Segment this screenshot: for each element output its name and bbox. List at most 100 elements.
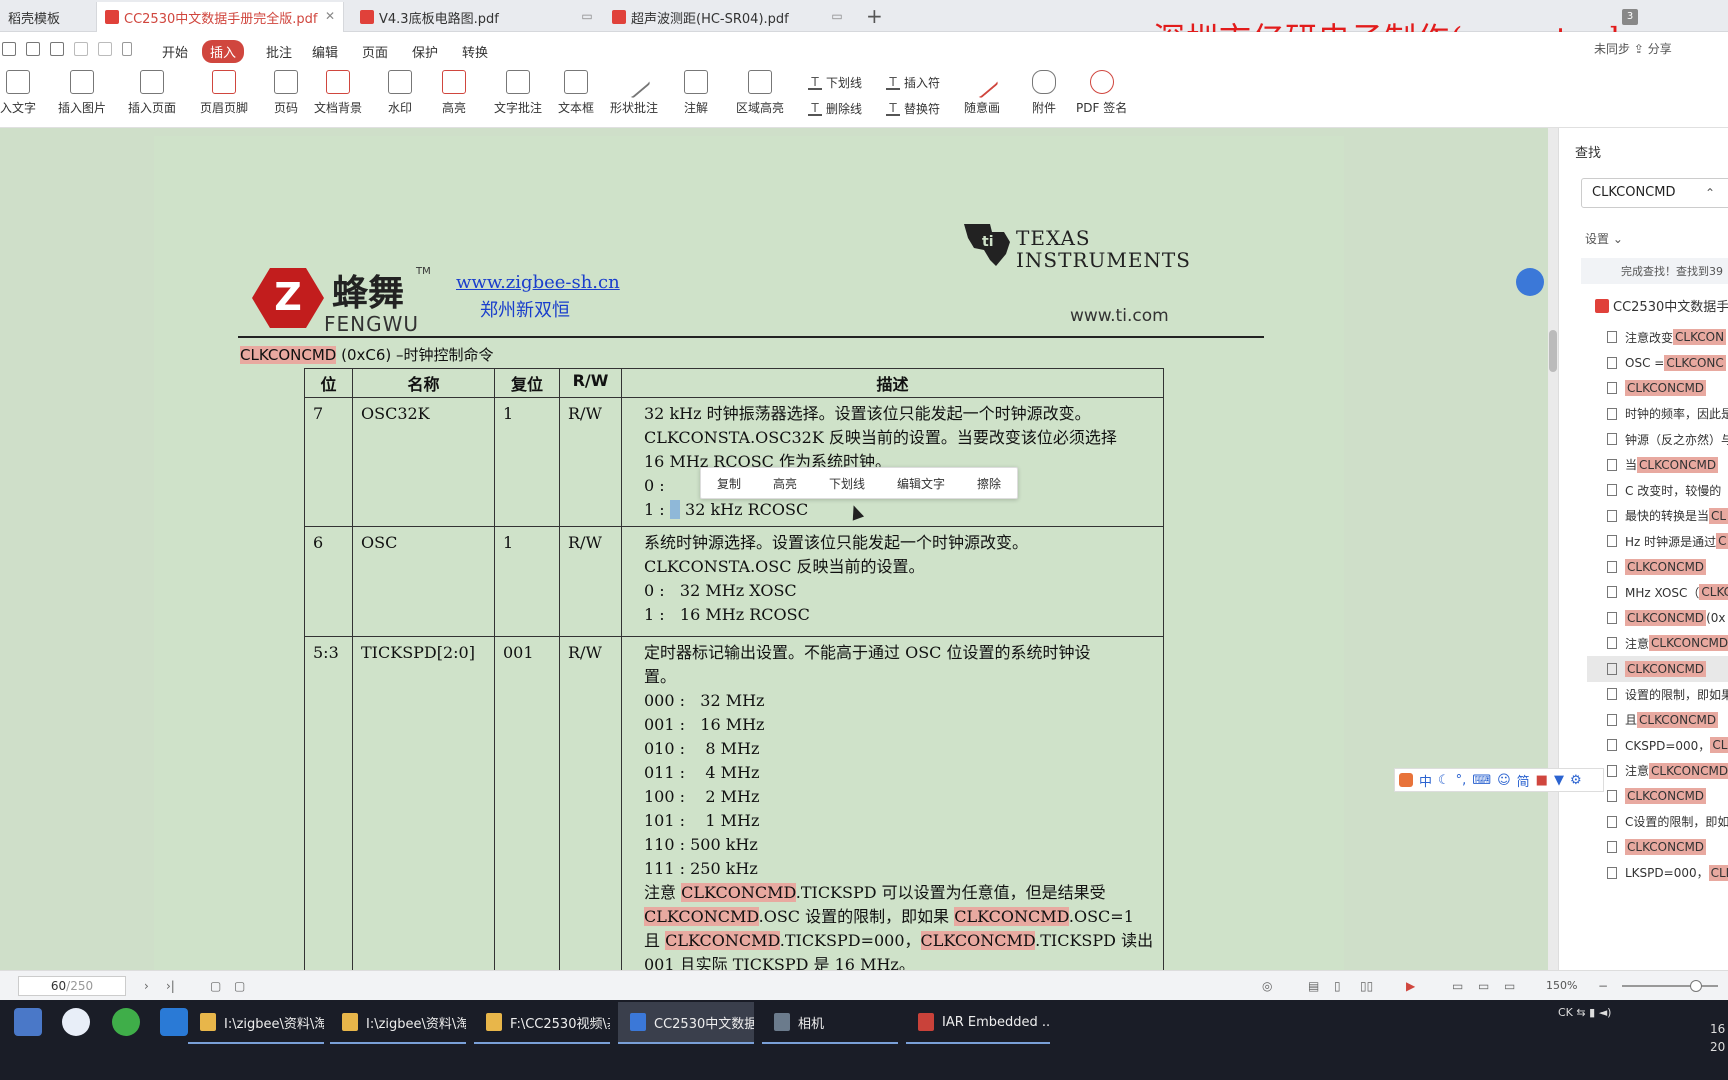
underline-button[interactable]: T 下划线 (808, 74, 862, 91)
menu-home[interactable]: 开始 (154, 40, 196, 63)
shirt-icon[interactable]: ▼ (1554, 773, 1564, 788)
strikethrough-button[interactable]: T 删除线 (808, 100, 862, 117)
doc-background-button[interactable]: 文档背景 (314, 70, 362, 122)
continuous-view-icon[interactable]: ▤ (1308, 979, 1319, 993)
monitor-icon[interactable]: ▭ (580, 9, 594, 23)
rotate-icon[interactable]: ▭ (1504, 979, 1515, 993)
open-folder-icon[interactable] (2, 42, 16, 56)
volume-icon[interactable]: ◄) (1599, 1006, 1612, 1019)
tab-docer-templates[interactable]: 稻壳模板 (0, 2, 88, 32)
tab-hc-sr04[interactable]: 超声波测距(HC-SR04).pdf ▭ (604, 2, 850, 32)
redo-icon[interactable] (98, 42, 112, 56)
find-result-item[interactable]: CLKCONCMD (1607, 834, 1728, 860)
shape-annotation-button[interactable]: 形状批注 (610, 65, 658, 122)
erase-button[interactable]: 擦除 (977, 475, 1001, 492)
highlight-button[interactable]: 高亮 (442, 70, 466, 122)
play-slideshow-icon[interactable]: ▶ (1406, 979, 1415, 993)
tray-lang[interactable]: CK (1558, 1006, 1573, 1019)
cell-description[interactable]: 系统时钟源选择。设置该位只能发起一个时钟源改变。 CLKCONSTA.OSC 反… (620, 526, 1165, 637)
menu-edit[interactable]: 编辑 (304, 40, 346, 63)
note-button[interactable]: 注解 (684, 70, 708, 122)
vscode-app-icon[interactable] (160, 1008, 188, 1036)
find-result-item[interactable]: OSC = CLKCONC (1607, 350, 1728, 376)
find-result-item[interactable]: CLKCONCMD (1607, 554, 1728, 580)
find-result-item[interactable]: LKSPD=000，CLK (1607, 860, 1728, 886)
pdf-sign-button[interactable]: PDF 签名 (1076, 70, 1127, 122)
find-result-item[interactable]: 时钟的频率，因此是 (1607, 401, 1728, 427)
zoom-level[interactable]: 150% (1546, 979, 1577, 992)
find-result-item[interactable]: CLKCONCMD (1607, 783, 1728, 809)
find-result-item[interactable]: MHz XOSC（CLKC (1607, 579, 1728, 605)
ime-lang-toggle[interactable]: 中 (1419, 771, 1432, 790)
usb-icon[interactable]: ▮ (1589, 1006, 1595, 1019)
system-clock[interactable]: 16 20 (1710, 1020, 1725, 1056)
replace-symbol-button[interactable]: T 替换符 (886, 100, 940, 117)
fit-width-icon[interactable]: ▭ (1452, 979, 1463, 993)
tab-v43-schematic[interactable]: V4.3底板电路图.pdf ▭ (352, 2, 600, 32)
find-result-item[interactable]: 钟源（反之亦然）与 (1607, 426, 1728, 452)
find-result-item[interactable]: 当 CLKCONCMD (1607, 452, 1728, 478)
area-highlight-button[interactable]: 区域高亮 (736, 70, 784, 122)
taskbar-app-button[interactable]: IAR Embedded ... (906, 1002, 1050, 1044)
find-result-item[interactable]: 最快的转换是当 CL (1607, 503, 1728, 529)
highlight-text-button[interactable]: 高亮 (773, 475, 797, 492)
eye-protection-icon[interactable]: ◎ (1262, 979, 1272, 993)
insert-page-button[interactable]: 插入页面 (128, 70, 176, 122)
edit-text-button[interactable]: 编辑文字 (897, 475, 945, 492)
back-icon[interactable]: ▢ (210, 979, 221, 993)
ime-logo-icon[interactable] (1399, 773, 1413, 787)
find-result-item[interactable]: 注意 CLKCONCMD (1607, 630, 1728, 656)
find-result-item[interactable]: CLKCONCMD (0x (1607, 605, 1728, 631)
taskbar-app-button[interactable]: I:\zigbee\资料\淘... (188, 1002, 324, 1044)
save-icon[interactable] (26, 42, 40, 56)
find-result-item[interactable]: C 改变时，较慢的 (1607, 477, 1728, 503)
page-number-button[interactable]: 页码 (274, 70, 298, 122)
menu-insert[interactable]: 插入 (202, 40, 245, 63)
insert-text-button[interactable]: 入文字 (0, 70, 36, 122)
last-page-icon[interactable]: ›| (166, 979, 175, 993)
text-annotation-button[interactable]: 文字批注 (494, 70, 542, 122)
video-icon[interactable]: ■ (1536, 773, 1548, 788)
freehand-button[interactable]: 随意画 (964, 65, 1000, 122)
print-icon[interactable] (50, 42, 64, 56)
find-result-item[interactable]: CLKCONCMD (1607, 375, 1728, 401)
next-page-icon[interactable]: › (144, 979, 149, 993)
find-result-item[interactable]: 且 CLKCONCMD (1607, 707, 1728, 733)
textbox-button[interactable]: 文本框 (558, 70, 594, 122)
watermark-button[interactable]: 水印 (388, 70, 412, 122)
menu-page[interactable]: 页面 (354, 40, 396, 63)
copy-button[interactable]: 复制 (717, 475, 741, 492)
zoom-slider[interactable] (1622, 985, 1718, 987)
attachment-button[interactable]: 附件 (1032, 70, 1056, 122)
underline-text-button[interactable]: 下划线 (829, 475, 865, 492)
library-app-icon[interactable] (14, 1008, 42, 1036)
fit-page-icon[interactable]: ▭ (1478, 979, 1489, 993)
find-result-item[interactable]: Hz 时钟源是通过 C (1607, 528, 1728, 554)
document-scrollbar[interactable] (1548, 128, 1558, 970)
selected-text[interactable]: 32 kHz RCOSC (685, 500, 808, 519)
find-settings-toggle[interactable]: 设置 ⌄ (1585, 230, 1623, 247)
find-result-item[interactable]: C设置的限制，即如 (1607, 809, 1728, 835)
sync-status[interactable]: 未同步 (1594, 42, 1630, 56)
page-number-input[interactable]: 60/250 (18, 976, 126, 996)
taskbar-app-button[interactable]: CC2530中文数据... (618, 1002, 754, 1044)
undo-icon[interactable] (74, 42, 88, 56)
insert-symbol-button[interactable]: T 插入符 (886, 74, 940, 91)
scrollbar-thumb[interactable] (1549, 330, 1557, 372)
document-viewport[interactable]: Z 蜂舞 TM FENGWU www.zigbee-sh.cn 郑州新双恒 ti… (0, 128, 1556, 970)
share-button[interactable]: 分享 (1648, 42, 1672, 56)
menu-protect[interactable]: 保护 (404, 40, 446, 63)
punctuation-icon[interactable]: °, (1456, 773, 1467, 788)
menu-annotate[interactable]: 批注 (258, 40, 300, 63)
forward-icon[interactable]: ▢ (234, 979, 245, 993)
customize-dropdown-icon[interactable] (122, 42, 132, 56)
insert-image-button[interactable]: 插入图片 (58, 70, 106, 122)
find-result-item[interactable]: CLKCONCMD (1587, 655, 1728, 682)
cell-description[interactable]: 32 kHz 时钟振荡器选择。设置该位只能发起一个时钟源改变。 CLKCONST… (620, 397, 1165, 527)
single-page-view-icon[interactable]: ▯ (1334, 979, 1341, 993)
header-footer-button[interactable]: 页眉页脚 (200, 70, 248, 122)
find-result-item[interactable]: 注意 CLKCONCMD (1607, 758, 1728, 784)
find-result-item[interactable]: 注意改变 CLKCON (1607, 324, 1728, 350)
menu-convert[interactable]: 转换 (454, 40, 496, 63)
zoom-out-icon[interactable]: − (1598, 979, 1608, 993)
